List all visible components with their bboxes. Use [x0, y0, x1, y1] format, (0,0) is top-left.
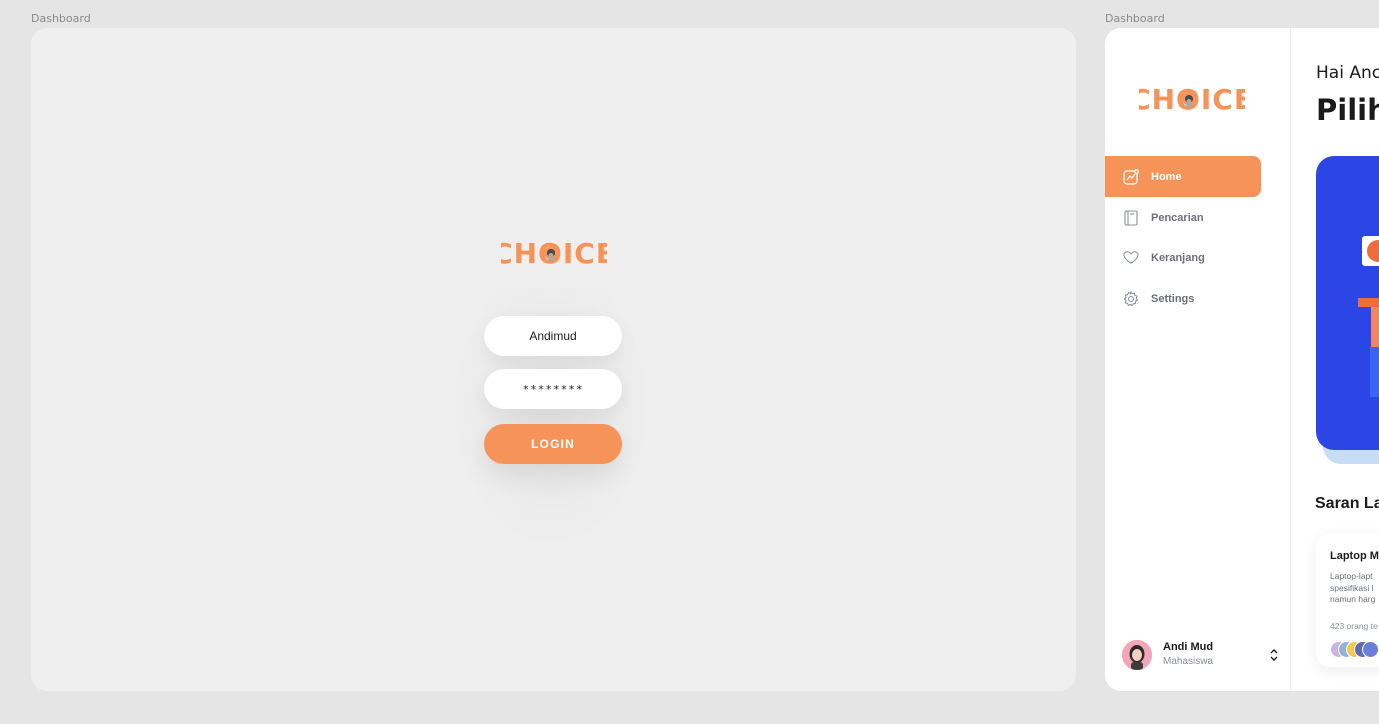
section-title: Saran La: [1315, 495, 1379, 512]
sidebar-item-home[interactable]: Home: [1105, 156, 1261, 197]
sidebar-item-label: Home: [1151, 170, 1182, 183]
avatar-stack: [1330, 641, 1379, 659]
sidebar: CHOICE Home Pen: [1105, 28, 1291, 691]
sidebar-item-pencarian[interactable]: Pencarian: [1105, 197, 1261, 238]
frame-label-login: Dashboard: [31, 12, 91, 25]
dashboard-screen: CHOICE Home Pen: [1105, 28, 1379, 691]
username-field[interactable]: Andimud: [484, 316, 622, 356]
profile-role: Mahasiswa: [1163, 656, 1214, 667]
sidebar-item-keranjang[interactable]: Keranjang: [1105, 237, 1261, 278]
avatar: [1122, 640, 1152, 670]
login-screen: CHOICE Andimud ******** LOGIN: [31, 28, 1076, 691]
profile-name: Andi Mud: [1163, 641, 1214, 653]
user-profile[interactable]: Andi Mud Mahasiswa: [1122, 639, 1282, 671]
card-description: Laptop-lapt spesifikasi l namun harg: [1330, 571, 1376, 604]
promo-banner[interactable]: [1316, 156, 1379, 450]
sidebar-item-settings[interactable]: Settings: [1105, 278, 1261, 319]
card-count: 423 orang te: [1330, 621, 1378, 631]
choice-logo: CHOICE: [501, 237, 607, 270]
choice-logo: CHOICE: [1139, 83, 1245, 116]
sidebar-item-label: Pencarian: [1151, 211, 1204, 224]
sidebar-item-label: Keranjang: [1151, 251, 1205, 264]
greeting-text: Hai Anc: [1316, 63, 1379, 83]
chart-icon: [1123, 168, 1139, 185]
heart-icon: [1123, 250, 1139, 266]
sidebar-item-label: Settings: [1151, 292, 1195, 305]
chevron-up-down-icon[interactable]: [1268, 647, 1280, 663]
product-card[interactable]: Laptop M Laptop-lapt spesifikasi l namun…: [1316, 533, 1379, 667]
login-button[interactable]: LOGIN: [484, 424, 622, 464]
card-title: Laptop M: [1330, 550, 1379, 562]
avatar: [1362, 641, 1379, 658]
main-content: Hai Anc Pilih Saran La Laptop M Laptop-l…: [1291, 28, 1379, 691]
gear-icon: [1123, 290, 1139, 307]
frame-label-dashboard: Dashboard: [1105, 12, 1165, 25]
password-field[interactable]: ********: [484, 369, 622, 409]
book-icon: [1123, 209, 1139, 226]
page-title: Pilih: [1316, 93, 1379, 127]
